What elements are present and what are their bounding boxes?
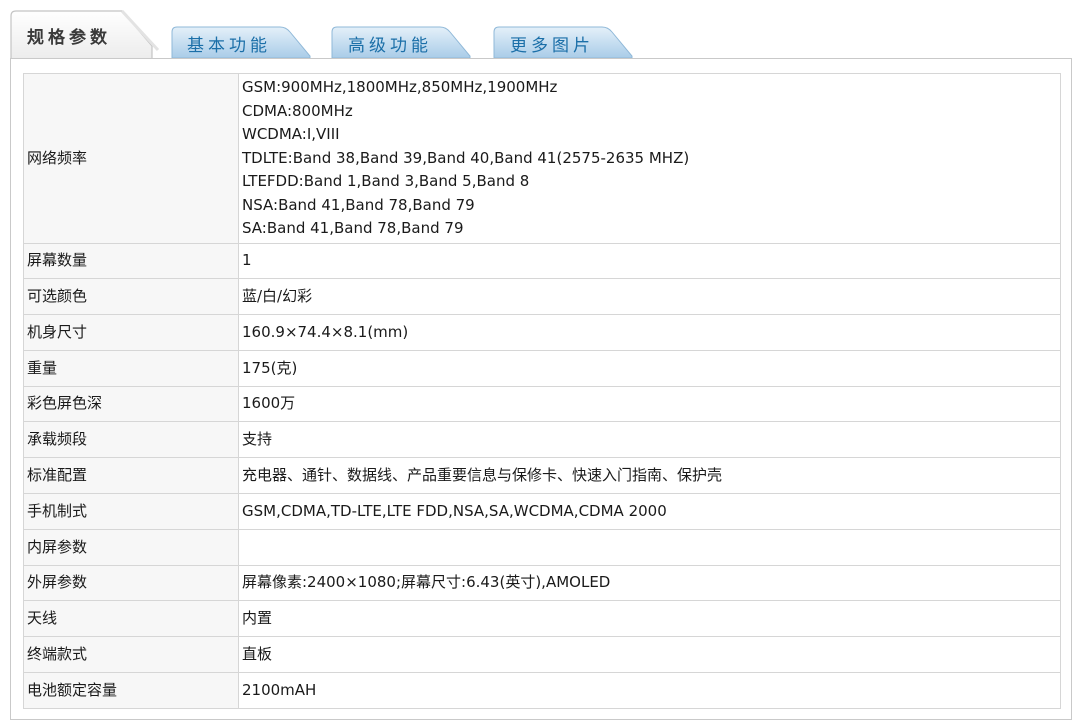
tab-more-images-label: 更多图片	[510, 35, 594, 56]
table-row: 手机制式 GSM,CDMA,TD-LTE,LTE FDD,NSA,SA,WCDMA…	[23, 493, 1061, 530]
network-line: CDMA:800MHz	[242, 101, 353, 120]
tab-bar: 规格参数 基本功能 高级功能 更多图片	[10, 10, 1072, 60]
spec-key: 手机制式	[23, 493, 239, 530]
network-line: WCDMA:I,VIII	[242, 125, 340, 143]
spec-value-network: GSM:900MHz,1800MHz,850MHz,1900MHz CDMA:8…	[238, 73, 1061, 244]
spec-key: 承载频段	[23, 421, 239, 459]
spec-key: 电池额定容量	[23, 672, 239, 709]
table-row: 天线 内置	[23, 600, 1061, 638]
network-line: TDLTE:Band 38,Band 39,Band 40,Band 41(25…	[242, 148, 690, 167]
spec-key: 重量	[23, 349, 239, 387]
table-row: 外屏参数 屏幕像素:2400×1080;屏幕尺寸:6.43(英寸),AMOLED	[23, 564, 1061, 602]
table-row: 内屏参数	[23, 528, 1061, 566]
spec-value: 1600万	[238, 385, 1061, 423]
tab-specs-label: 规格参数	[27, 27, 111, 48]
spec-value: 160.9×74.4×8.1(mm)	[238, 314, 1061, 351]
tab-more-images[interactable]: 更多图片	[492, 10, 642, 60]
spec-key: 彩色屏色深	[23, 385, 239, 423]
spec-value: 充电器、通针、数据线、产品重要信息与保修卡、快速入门指南、保护壳	[238, 457, 1061, 495]
tab-specs[interactable]: 规格参数	[10, 10, 160, 60]
table-row: 彩色屏色深 1600万	[23, 385, 1061, 423]
network-line: GSM:900MHz,1800MHz,850MHz,1900MHz	[242, 78, 558, 96]
spec-value: 175(克)	[238, 349, 1061, 387]
spec-key: 机身尺寸	[23, 314, 239, 351]
network-line: SA:Band 41,Band 78,Band 79	[242, 219, 464, 237]
spec-key: 天线	[23, 600, 239, 638]
spec-value	[238, 528, 1061, 566]
spec-value: 屏幕像素:2400×1080;屏幕尺寸:6.43(英寸),AMOLED	[238, 564, 1061, 602]
spec-key: 终端款式	[23, 636, 239, 674]
table-row: 标准配置 充电器、通针、数据线、产品重要信息与保修卡、快速入门指南、保护壳	[23, 457, 1061, 495]
spec-key: 标准配置	[23, 457, 239, 495]
spec-value: 内置	[238, 600, 1061, 638]
spec-value: 支持	[238, 421, 1061, 459]
spec-table: 网络频率 GSM:900MHz,1800MHz,850MHz,1900MHz C…	[23, 73, 1061, 709]
table-row: 网络频率 GSM:900MHz,1800MHz,850MHz,1900MHz C…	[23, 73, 1061, 244]
tab-basic-features[interactable]: 基本功能	[170, 10, 320, 60]
spec-value: 1	[238, 242, 1061, 280]
spec-key: 可选颜色	[23, 278, 239, 316]
network-line: LTEFDD:Band 1,Band 3,Band 5,Band 8	[242, 172, 530, 190]
table-row: 重量 175(克)	[23, 349, 1061, 387]
tab-advanced-features-label: 高级功能	[348, 35, 432, 56]
table-row: 承载频段 支持	[23, 421, 1061, 459]
tab-basic-features-label: 基本功能	[187, 35, 271, 56]
table-row: 屏幕数量 1	[23, 242, 1061, 280]
spec-value: 2100mAH	[238, 672, 1061, 709]
spec-value: 蓝/白/幻彩	[238, 278, 1061, 316]
tab-advanced-features[interactable]: 高级功能	[330, 10, 480, 60]
table-row: 可选颜色 蓝/白/幻彩	[23, 278, 1061, 316]
spec-key: 内屏参数	[23, 528, 239, 566]
table-row: 机身尺寸 160.9×74.4×8.1(mm)	[23, 314, 1061, 351]
spec-key: 屏幕数量	[23, 242, 239, 280]
network-line: NSA:Band 41,Band 78,Band 79	[242, 195, 475, 214]
spec-value: GSM,CDMA,TD-LTE,LTE FDD,NSA,SA,WCDMA,CDM…	[238, 493, 1061, 530]
table-row: 终端款式 直板	[23, 636, 1061, 674]
spec-key: 外屏参数	[23, 564, 239, 602]
table-row: 电池额定容量 2100mAH	[23, 672, 1061, 709]
spec-panel: 网络频率 GSM:900MHz,1800MHz,850MHz,1900MHz C…	[10, 58, 1072, 720]
spec-key: 网络频率	[23, 73, 239, 244]
spec-value: 直板	[238, 636, 1061, 674]
